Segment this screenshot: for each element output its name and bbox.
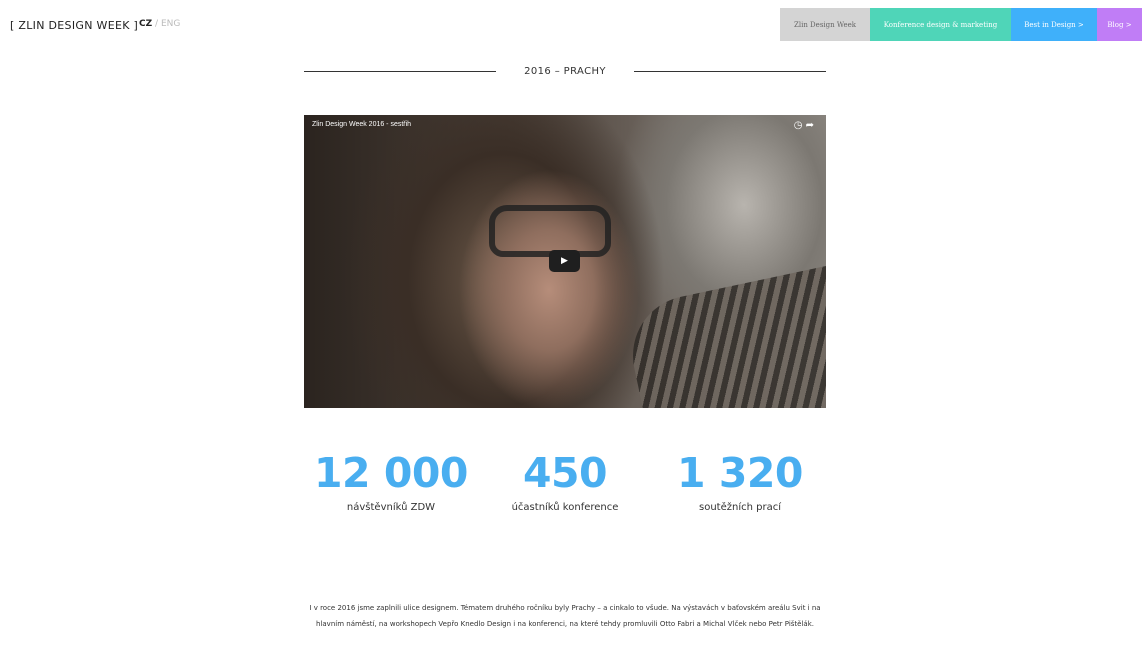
stat-value: 450: [522, 449, 608, 497]
top-navigation: Zlin Design Week Konference design & mar…: [780, 8, 1142, 41]
stat-value: 1 320: [677, 449, 803, 497]
lang-separator: /: [155, 19, 159, 29]
stat-label: soutěžních prací: [699, 502, 781, 514]
play-icon: ▶: [561, 256, 568, 266]
section-description: I v roce 2016 jsme zaplnili ulice design…: [309, 604, 821, 628]
share-icon[interactable]: ➦: [806, 120, 814, 131]
play-button[interactable]: ▶: [549, 250, 580, 272]
nav-zlin-design-week[interactable]: Zlin Design Week: [780, 8, 870, 41]
stat-label: účastníků konference: [511, 502, 619, 514]
clock-icon[interactable]: ◷: [794, 120, 803, 131]
nav-best-in-design[interactable]: Best in Design >: [1011, 8, 1097, 41]
video-icons: ◷ ➦: [794, 120, 814, 131]
stat-submissions: 1 320 soutěžních prací: [640, 449, 840, 514]
site-logo[interactable]: [ ZLIN DESIGN WEEK ]: [10, 19, 138, 32]
video-player[interactable]: Zlin Design Week 2016 - sestřih ◷ ➦ ▶: [304, 115, 826, 408]
lang-cz-link[interactable]: CZ: [139, 19, 152, 29]
heading-divider-right: [634, 71, 826, 72]
stat-label: návštěvníků ZDW: [346, 502, 436, 514]
stat-participants: 450 účastníků konference: [465, 449, 665, 514]
video-frame-detail-glasses: [489, 205, 611, 257]
nav-konference[interactable]: Konference design & marketing: [870, 8, 1011, 41]
video-frame-detail: [621, 263, 826, 408]
lang-eng-link[interactable]: ENG: [161, 19, 180, 29]
stat-value: 12 000: [314, 449, 468, 497]
stat-visitors: 12 000 návštěvníků ZDW: [291, 449, 491, 514]
section-heading: 2016 – PRACHY: [304, 64, 826, 82]
language-switcher: CZ / ENG: [139, 19, 180, 29]
nav-blog[interactable]: Blog >: [1097, 8, 1142, 41]
video-title[interactable]: Zlin Design Week 2016 - sestřih: [312, 121, 411, 128]
